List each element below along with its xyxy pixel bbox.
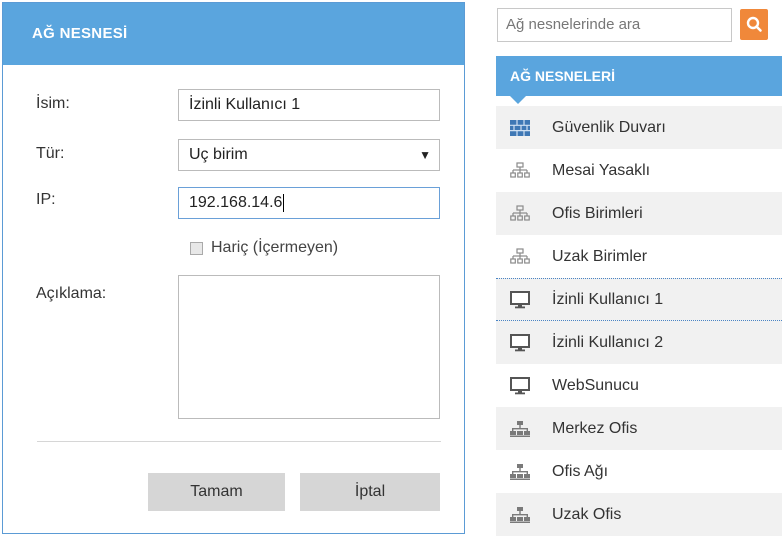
search-input[interactable]: Ağ nesnelerinde ara [497, 8, 732, 42]
dialog-title: AĞ NESNESİ [3, 3, 464, 65]
list-item[interactable]: İzinli Kullanıcı 2 [496, 321, 782, 364]
network-group-icon [510, 204, 530, 224]
text-caret [283, 193, 285, 212]
cancel-button[interactable]: İptal [300, 473, 440, 511]
list-item[interactable]: Uzak Ofis [496, 493, 782, 536]
dialog-divider [37, 441, 441, 442]
network-objects-header: AĞ NESNELERİ [496, 56, 782, 96]
name-input-value: İzinli Kullanıcı 1 [189, 96, 301, 113]
monitor-icon [510, 333, 530, 353]
monitor-icon [510, 290, 530, 310]
list-item-label: WebSunucu [552, 376, 639, 394]
ip-input-value: 192.168.14.6 [189, 194, 283, 211]
type-select-value: Uç birim [189, 146, 248, 163]
list-item-label: İzinli Kullanıcı 2 [552, 333, 664, 351]
network-objects-list: Güvenlik Duvarı Mesai Yasaklı Ofis Birim… [496, 106, 782, 536]
list-item-label: Uzak Ofis [552, 505, 622, 523]
list-item-label: Mesai Yasaklı [552, 161, 651, 179]
chevron-down-icon: ▼ [419, 148, 431, 162]
list-item[interactable]: Ofis Ağı [496, 450, 782, 493]
list-item[interactable]: Uzak Birimler [496, 235, 782, 278]
list-item[interactable]: WebSunucu [496, 364, 782, 407]
list-item[interactable]: Merkez Ofis [496, 407, 782, 450]
exclude-checkbox-label: Hariç (İçermeyen) [211, 239, 339, 256]
exclude-checkbox[interactable] [190, 241, 203, 255]
list-item-label: İzinli Kullanıcı 1 [552, 290, 664, 308]
network-group-icon [510, 247, 530, 267]
network-icon [510, 505, 530, 525]
monitor-icon [510, 376, 530, 396]
list-item-label: Merkez Ofis [552, 419, 638, 437]
list-item-label: Ofis Ağı [552, 462, 609, 480]
list-item[interactable]: İzinli Kullanıcı 1 [496, 278, 782, 321]
search-icon [746, 16, 762, 32]
ip-label: IP: [36, 191, 56, 208]
ok-button[interactable]: Tamam [148, 473, 285, 511]
list-item-label: Uzak Birimler [552, 247, 648, 265]
list-item[interactable]: Ofis Birimleri [496, 192, 782, 235]
list-item-label: Ofis Birimleri [552, 204, 643, 222]
ip-input[interactable]: 192.168.14.6 [178, 187, 440, 219]
type-label: Tür: [36, 145, 65, 162]
name-label: İsim: [36, 95, 70, 112]
list-item-label: Güvenlik Duvarı [552, 118, 666, 136]
search-placeholder: Ağ nesnelerinde ara [506, 16, 641, 33]
search-button[interactable] [740, 9, 768, 40]
description-label: Açıklama: [36, 285, 107, 302]
list-item[interactable]: Mesai Yasaklı [496, 149, 782, 192]
list-item[interactable]: Güvenlik Duvarı [496, 106, 782, 149]
header-notch [510, 96, 526, 104]
network-icon [510, 419, 530, 439]
network-object-dialog: AĞ NESNESİ İsim: İzinli Kullanıcı 1 Tür:… [2, 2, 465, 534]
firewall-icon [510, 118, 530, 138]
type-select[interactable]: Uç birim ▼ [178, 139, 440, 171]
description-textarea[interactable] [178, 275, 440, 419]
network-group-icon [510, 161, 530, 181]
exclude-checkbox-row[interactable]: Hariç (İçermeyen) [190, 239, 338, 257]
name-input[interactable]: İzinli Kullanıcı 1 [178, 89, 440, 121]
network-icon [510, 462, 530, 482]
